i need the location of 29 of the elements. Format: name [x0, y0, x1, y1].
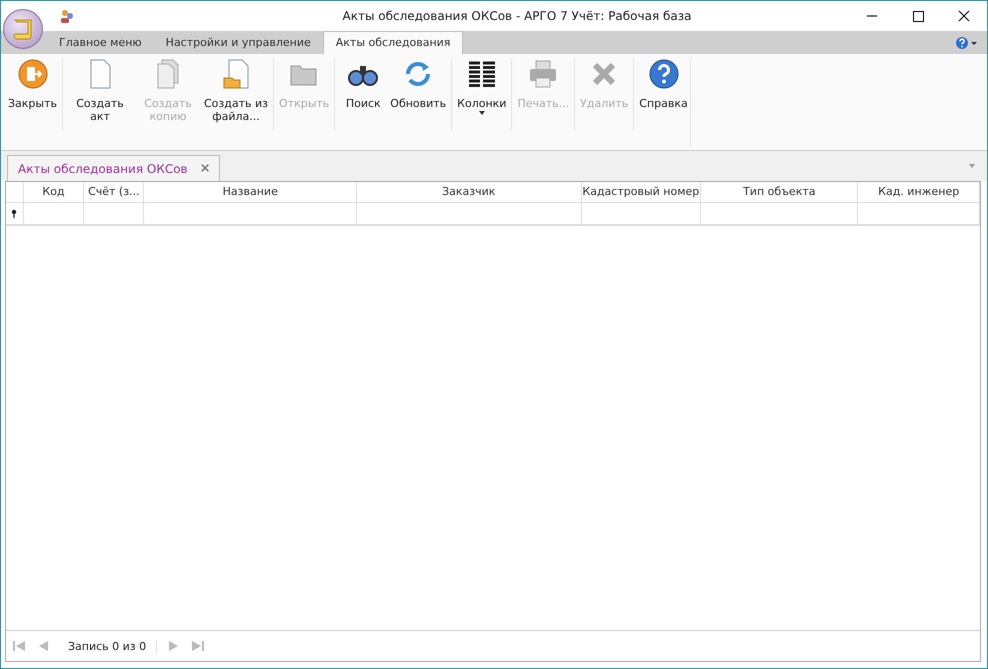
column-header[interactable]: Код — [24, 182, 84, 202]
ribbon-tab[interactable]: Акты обследования — [322, 31, 464, 54]
column-header[interactable]: Название — [144, 182, 358, 202]
window-title: Акты обследования ОКСов - АРГО 7 Учёт: Рабочая база — [342, 9, 692, 23]
toolbar-button[interactable]: Создать из файла... — [202, 58, 270, 130]
column-header[interactable]: Тип объекта — [701, 182, 858, 202]
close-tab-button[interactable]: × — [200, 163, 211, 175]
toolbar-button[interactable]: Закрыть — [6, 58, 59, 130]
document-tab[interactable]: Акты обследования ОКСов × — [7, 155, 220, 181]
column-header[interactable]: Кад. инженер — [858, 182, 980, 202]
first-record-button[interactable] — [12, 640, 26, 652]
exit-door-icon — [16, 58, 48, 90]
help-icon — [648, 58, 680, 90]
filter-row-icon — [11, 209, 18, 218]
people-icon[interactable] — [59, 8, 75, 24]
last-record-button[interactable] — [191, 640, 206, 652]
column-header[interactable]: Счёт (з... — [84, 182, 144, 202]
record-counter: Запись 0 из 0 — [60, 640, 158, 652]
help-icon[interactable] — [955, 36, 969, 50]
toolbar-button[interactable]: Поиск — [338, 58, 388, 130]
ribbon-tab[interactable]: Настройки и управление — [154, 32, 323, 54]
ribbon-tab[interactable]: Главное меню — [47, 32, 154, 54]
toolbar-button[interactable]: Колонки — [455, 58, 508, 130]
toolbar-button[interactable]: Обновить — [388, 58, 448, 130]
toolbar-button[interactable]: Создать акт — [66, 58, 134, 130]
toolbar-button[interactable]: Справка — [637, 58, 690, 146]
column-header[interactable]: Кадастровый номер — [582, 182, 702, 202]
column-header[interactable]: Заказчик — [357, 182, 582, 202]
app-menu-orb[interactable] — [3, 9, 43, 49]
